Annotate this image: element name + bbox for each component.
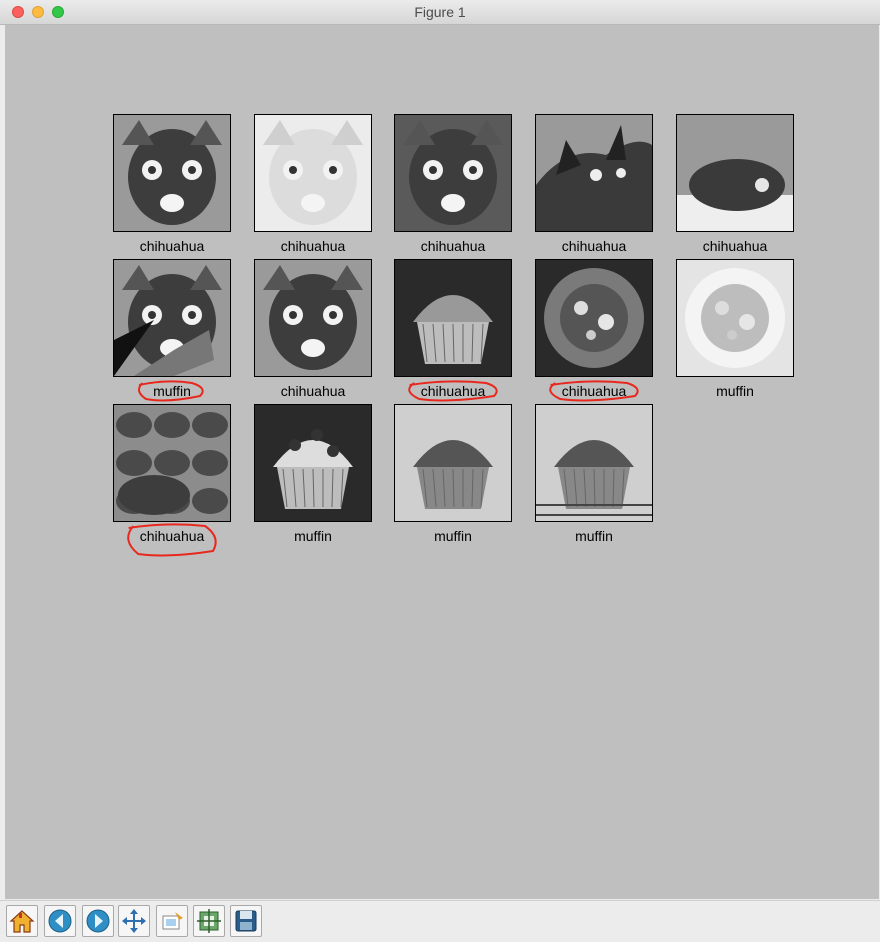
subplot-image bbox=[394, 259, 512, 377]
subplots-icon bbox=[197, 909, 221, 933]
subplot-label: chihuahua bbox=[139, 528, 205, 544]
cat-image bbox=[536, 115, 652, 231]
muffin-tray-image bbox=[114, 405, 230, 521]
arrow-right-icon bbox=[86, 909, 110, 933]
muffin-plain-image bbox=[395, 405, 511, 521]
subplot-image bbox=[254, 404, 372, 522]
subplot-image bbox=[535, 114, 653, 232]
pan-button[interactable] bbox=[118, 905, 150, 937]
subplot-label: muffin bbox=[153, 383, 191, 399]
zoom-rect-icon bbox=[162, 912, 183, 930]
subplot-label: chihuahua bbox=[280, 383, 346, 399]
muffin-rack-image bbox=[536, 405, 652, 521]
subplot-image bbox=[254, 259, 372, 377]
subplot-label: chihuahua bbox=[420, 238, 486, 254]
muffin-choc-image bbox=[255, 405, 371, 521]
dog-ears-image bbox=[255, 260, 371, 376]
subplot-label: muffin bbox=[575, 528, 613, 544]
subplot-label: chihuahua bbox=[702, 238, 768, 254]
figure-canvas[interactable]: chihuahua chihuahua chihuahua chihuahua chih… bbox=[5, 25, 879, 899]
arrow-left-icon bbox=[48, 909, 72, 933]
back-button[interactable] bbox=[44, 905, 76, 937]
subplot-label: chihuahua bbox=[561, 238, 627, 254]
subplot-label: chihuahua bbox=[561, 383, 627, 399]
subplot-image bbox=[113, 259, 231, 377]
subplot-image bbox=[113, 114, 231, 232]
subplot-image bbox=[394, 404, 512, 522]
dog-light-image bbox=[255, 115, 371, 231]
subplot-label: muffin bbox=[294, 528, 332, 544]
figure-window: Figure 1 chihuahua chihuahua chihuahua chih… bbox=[0, 0, 880, 942]
subplot-label: chihuahua bbox=[280, 238, 346, 254]
dog-dark-image bbox=[395, 115, 511, 231]
floppy-disk-icon bbox=[235, 910, 257, 932]
subplot-image bbox=[535, 404, 653, 522]
zoom-button[interactable] bbox=[156, 905, 188, 937]
subplot-image bbox=[676, 259, 794, 377]
home-icon bbox=[9, 910, 35, 933]
dog-bite-image bbox=[114, 260, 230, 376]
move-icon bbox=[122, 909, 146, 933]
subplot-label: chihuahua bbox=[139, 238, 205, 254]
muffin-dark-image bbox=[395, 260, 511, 376]
subplot-image bbox=[535, 259, 653, 377]
subplot-image bbox=[676, 114, 794, 232]
window-title: Figure 1 bbox=[414, 4, 466, 20]
save-button[interactable] bbox=[230, 905, 262, 937]
title-bar: Figure 1 bbox=[0, 0, 880, 25]
subplot-label: muffin bbox=[434, 528, 472, 544]
subplot-label: chihuahua bbox=[420, 383, 486, 399]
dog-image bbox=[114, 115, 230, 231]
subplots-button[interactable] bbox=[193, 905, 225, 937]
subplot-image bbox=[394, 114, 512, 232]
forward-button[interactable] bbox=[82, 905, 114, 937]
home-button[interactable] bbox=[6, 905, 38, 937]
muffin-top-light-image bbox=[677, 260, 793, 376]
subplot-label: muffin bbox=[716, 383, 754, 399]
navigation-toolbar bbox=[0, 900, 880, 942]
subplot-image bbox=[113, 404, 231, 522]
muffin-top-image bbox=[536, 260, 652, 376]
dog-lying-image bbox=[677, 115, 793, 231]
subplot-image bbox=[254, 114, 372, 232]
